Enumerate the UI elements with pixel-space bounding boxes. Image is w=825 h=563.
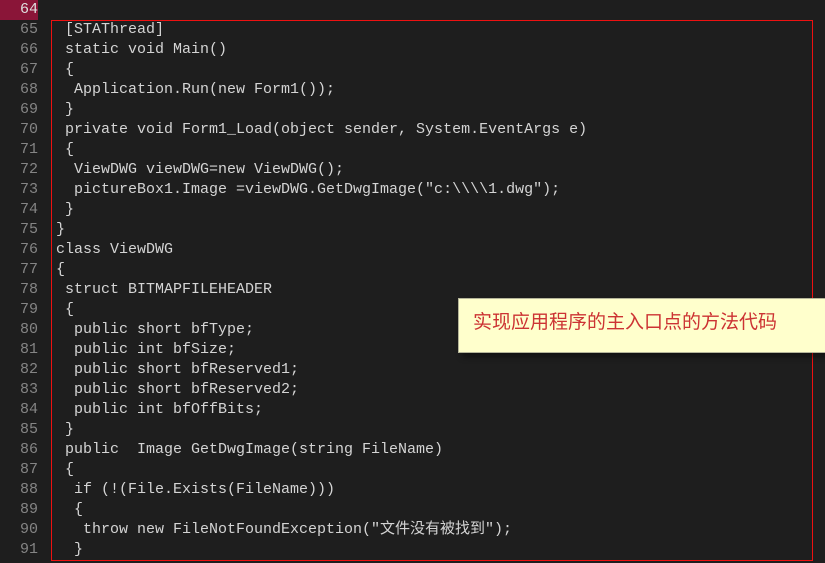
line-number-gutter: 6465666768697071727374757677787980818283… <box>0 0 48 563</box>
line-number: 79 <box>0 300 38 320</box>
code-line: private void Form1_Load(object sender, S… <box>48 120 825 140</box>
code-line: class ViewDWG <box>48 240 825 260</box>
code-line: { <box>48 500 825 520</box>
line-number: 77 <box>0 260 38 280</box>
line-number: 65 <box>0 20 38 40</box>
line-number: 80 <box>0 320 38 340</box>
code-line: public short bfReserved1; <box>48 360 825 380</box>
code-line: } <box>48 220 825 240</box>
code-area: [STAThread] static void Main() { Applica… <box>48 0 825 560</box>
code-line: { <box>48 140 825 160</box>
code-line: struct BITMAPFILEHEADER <box>48 280 825 300</box>
line-number: 69 <box>0 100 38 120</box>
line-number: 74 <box>0 200 38 220</box>
code-line: } <box>48 540 825 560</box>
line-number: 85 <box>0 420 38 440</box>
line-number: 82 <box>0 360 38 380</box>
code-line: throw new FileNotFoundException("文件没有被找到… <box>48 520 825 540</box>
code-line <box>48 0 825 20</box>
line-number: 76 <box>0 240 38 260</box>
code-line: } <box>48 420 825 440</box>
code-line: { <box>48 60 825 80</box>
line-number: 87 <box>0 460 38 480</box>
line-number: 70 <box>0 120 38 140</box>
code-line: Application.Run(new Form1()); <box>48 80 825 100</box>
code-line: public int bfOffBits; <box>48 400 825 420</box>
code-line: } <box>48 200 825 220</box>
line-number: 89 <box>0 500 38 520</box>
line-number: 88 <box>0 480 38 500</box>
code-line: static void Main() <box>48 40 825 60</box>
annotation-box: 实现应用程序的主入口点的方法代码 <box>458 298 825 353</box>
code-line: pictureBox1.Image =viewDWG.GetDwgImage("… <box>48 180 825 200</box>
line-number: 64 <box>0 0 38 20</box>
line-number: 68 <box>0 80 38 100</box>
code-line: } <box>48 100 825 120</box>
annotation-text: 实现应用程序的主入口点的方法代码 <box>473 312 777 333</box>
line-number: 81 <box>0 340 38 360</box>
code-line: { <box>48 460 825 480</box>
line-number: 73 <box>0 180 38 200</box>
line-number: 67 <box>0 60 38 80</box>
code-line: [STAThread] <box>48 20 825 40</box>
code-line: public Image GetDwgImage(string FileName… <box>48 440 825 460</box>
code-line: { <box>48 260 825 280</box>
line-number: 71 <box>0 140 38 160</box>
code-line: public short bfReserved2; <box>48 380 825 400</box>
line-number: 83 <box>0 380 38 400</box>
line-number: 86 <box>0 440 38 460</box>
line-number: 72 <box>0 160 38 180</box>
line-number: 84 <box>0 400 38 420</box>
code-line: ViewDWG viewDWG=new ViewDWG(); <box>48 160 825 180</box>
line-number: 91 <box>0 540 38 560</box>
code-line: if (!(File.Exists(FileName))) <box>48 480 825 500</box>
code-editor[interactable]: [STAThread] static void Main() { Applica… <box>48 0 825 563</box>
line-number: 78 <box>0 280 38 300</box>
line-number: 75 <box>0 220 38 240</box>
line-number: 90 <box>0 520 38 540</box>
line-number: 66 <box>0 40 38 60</box>
